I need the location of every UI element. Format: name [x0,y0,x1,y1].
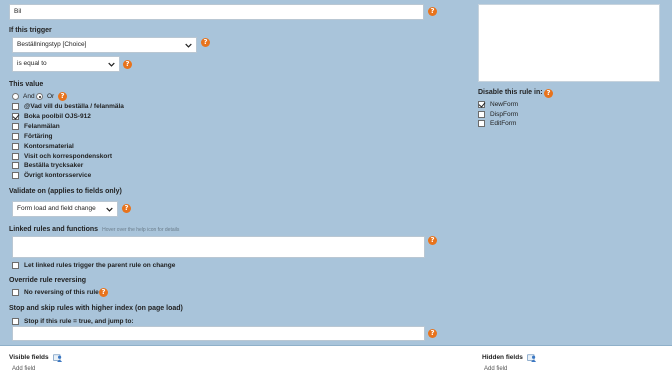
help-icon[interactable]: ? [428,236,437,245]
help-icon[interactable]: ? [544,89,553,98]
disable-option-label: NewForm [490,101,519,108]
visible-fields-label: Visible fields [9,354,49,361]
help-icon[interactable]: ? [201,38,210,47]
stop-checkbox[interactable] [12,318,19,325]
chevron-down-icon [108,62,115,67]
value-option-label: Förtäring [24,132,53,140]
rule-title-input[interactable]: Bil [9,4,424,20]
hidden-add-field[interactable]: Add field [484,366,507,372]
trigger-field-select[interactable]: Beställningstyp [Choice] [12,37,197,53]
disable-option-label: EditForm [490,120,517,127]
validate-select[interactable]: Form load and field change [12,201,118,217]
linked-heading: Linked rules and functions Hover over the… [9,226,179,233]
no-reversing-label: No reversing of this rule [24,289,99,296]
disable-heading: Disable this rule in: [478,89,543,96]
value-option-checkbox[interactable] [12,103,19,110]
disable-option-label: DispForm [490,110,519,118]
fields-footer: Visible fields Add field Hidden fields A… [0,345,672,372]
rule-description-box[interactable] [478,4,660,82]
validate-select-value: Form load and field change [17,205,96,212]
help-icon[interactable]: ? [428,7,437,16]
help-icon[interactable]: ? [99,288,108,297]
jump-to-input[interactable] [12,326,425,341]
validate-heading: Validate on (applies to fields only) [9,188,122,195]
linked-rules-input[interactable] [12,236,425,258]
linked-hint: Hover over the help icon for details [102,227,180,233]
stop-heading: Stop and skip rules with higher index (o… [9,305,183,312]
rule-editor-panel: Bil ? If this trigger Beställningstyp [C… [0,0,672,345]
value-option-checkbox[interactable] [12,162,19,170]
value-option-label: Boka poolbil OJS-912 [24,112,91,120]
value-option-label: Övrigt kontorsservice [24,172,92,180]
chevron-down-icon [185,43,192,48]
value-option-checkbox[interactable] [12,172,19,180]
override-heading: Override rule reversing [9,277,87,284]
people-icon[interactable] [527,354,537,362]
value-option-checkbox[interactable] [12,112,19,120]
and-label: And [23,93,35,100]
help-icon[interactable]: ? [58,92,67,101]
help-icon[interactable]: ? [428,329,437,338]
value-heading: This value [9,81,44,88]
and-radio[interactable] [12,93,19,100]
hidden-fields-label: Hidden fields [482,354,523,361]
or-label: Or [47,93,55,100]
value-option-label: Visit och korrespondenskort [24,152,113,160]
operator-select-value: is equal to [17,60,47,67]
visible-add-field[interactable]: Add field [12,366,35,372]
value-option-checkbox[interactable] [12,142,19,150]
trigger-heading: If this trigger [9,27,52,34]
disable-option-checkbox[interactable] [478,120,485,127]
disable-option-checkbox[interactable] [478,101,485,108]
value-option-label: @Vad vill du beställa / felanmäla [24,103,124,110]
value-option-label: Felanmälan [24,122,60,130]
linked-trigger-label: Let linked rules trigger the parent rule… [24,262,176,269]
value-option-label: Kontorsmaterial [24,142,74,150]
no-reversing-checkbox[interactable] [12,289,19,296]
or-radio[interactable] [36,93,43,100]
value-option-label: Beställa trycksaker [24,162,84,170]
help-icon[interactable]: ? [123,60,132,69]
stop-label: Stop if this rule = true, and jump to: [24,318,134,325]
operator-select[interactable]: is equal to [12,56,120,72]
trigger-field-select-value: Beställningstyp [Choice] [17,41,87,48]
linked-heading-text: Linked rules and functions [9,226,99,233]
value-option-checkbox[interactable] [12,122,19,130]
value-option-checkbox[interactable] [12,152,19,160]
people-icon[interactable] [53,354,63,362]
chevron-down-icon [106,207,113,212]
help-icon[interactable]: ? [122,204,131,213]
value-option-checkbox[interactable] [12,132,19,140]
linked-trigger-checkbox[interactable] [12,262,19,269]
disable-option-checkbox[interactable] [478,110,485,118]
